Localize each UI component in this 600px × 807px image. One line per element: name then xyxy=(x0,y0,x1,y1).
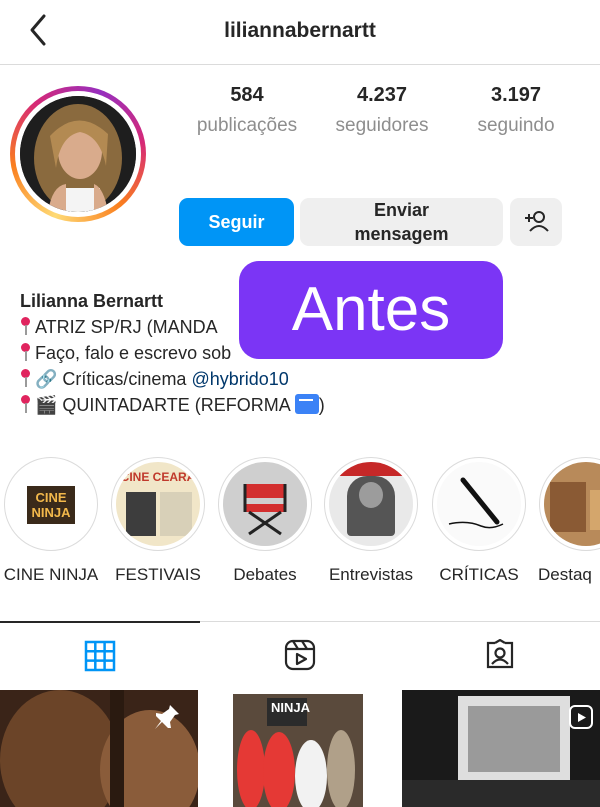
highlight-festivais[interactable]: CINE CEARÁ FESTIVAIS xyxy=(110,457,206,585)
highlight-label: Destaq xyxy=(538,565,592,584)
tab-reels[interactable] xyxy=(200,622,400,688)
highlight-label: Entrevistas xyxy=(328,565,414,584)
tab-tagged[interactable] xyxy=(400,622,600,688)
stat-following[interactable]: 3.197 seguindo xyxy=(458,84,574,137)
message-button-label: Enviar mensagem xyxy=(354,200,449,244)
highlight-cover xyxy=(329,462,413,546)
highlight-criticas[interactable]: CRÍTICAS xyxy=(431,457,527,585)
follow-button[interactable]: Seguir xyxy=(179,198,294,246)
stat-followers[interactable]: 4.237 seguidores xyxy=(322,84,442,137)
pin-icon xyxy=(155,705,179,729)
profile-header: liliannabernartt xyxy=(0,0,600,65)
stat-followers-label: seguidores xyxy=(335,115,429,136)
profile-username: liliannabernartt xyxy=(224,19,376,42)
pin-icon xyxy=(20,368,31,388)
avatar xyxy=(20,96,136,212)
highlight-destaques[interactable]: Destaq xyxy=(538,457,600,585)
stat-posts-value: 584 xyxy=(230,84,264,106)
add-person-icon xyxy=(525,211,549,232)
post-thumbnail-3[interactable] xyxy=(402,690,600,807)
highlight-cover xyxy=(223,462,307,546)
highlight-label: CRÍTICAS xyxy=(439,565,519,584)
highlight-cover xyxy=(437,462,521,546)
highlight-debates[interactable]: Debates xyxy=(217,457,313,585)
festival-poster-text: CINE CEARÁ xyxy=(120,470,196,484)
stat-following-label: seguindo xyxy=(477,115,555,136)
highlight-label: FESTIVAIS xyxy=(115,565,201,584)
reels-icon xyxy=(284,639,316,671)
highlight-cover: CINE CEARÁ xyxy=(116,462,200,546)
pen-icon xyxy=(448,477,504,529)
pin-icon xyxy=(20,342,31,362)
add-person-button[interactable] xyxy=(510,198,562,246)
stat-posts: 584 publicações xyxy=(186,84,308,137)
pin-icon xyxy=(20,316,31,336)
soon-arrow-icon xyxy=(294,394,319,414)
grid-icon xyxy=(84,640,116,672)
highlight-cover: CINE NINJA xyxy=(9,462,93,546)
cine-ninja-logo: CINE NINJA xyxy=(27,486,75,524)
stat-following-value: 3.197 xyxy=(490,84,542,106)
highlight-cover xyxy=(544,462,600,546)
highlight-label: CINE NINJA xyxy=(3,565,99,584)
stat-followers-value: 4.237 xyxy=(356,84,408,106)
message-button[interactable]: Enviar mensagem xyxy=(300,198,503,246)
post-sign-text: NINJA xyxy=(271,700,311,715)
director-chair-icon xyxy=(243,484,287,536)
highlight-entrevistas[interactable]: Entrevistas xyxy=(323,457,419,585)
avatar-photo xyxy=(20,96,136,212)
avatar-story-ring[interactable] xyxy=(10,86,146,222)
post-thumbnail-1[interactable] xyxy=(0,690,198,807)
antes-overlay-badge: Antes xyxy=(239,261,503,359)
stat-posts-label: publicações xyxy=(196,115,298,136)
highlight-cine-ninja[interactable]: CINE NINJA CINE NINJA xyxy=(3,457,99,585)
bio-line-4: 🎬 QUINTADARTE (REFORMA ) xyxy=(20,392,325,418)
tagged-icon xyxy=(486,639,514,669)
reel-icon xyxy=(569,705,593,729)
bio-line-3: 🔗 Críticas/cinema @hybrido10 xyxy=(20,366,325,392)
pin-icon xyxy=(20,394,31,414)
profile-tabs xyxy=(0,621,600,688)
tab-posts[interactable] xyxy=(0,621,200,689)
post-thumbnail-2[interactable]: NINJA xyxy=(201,690,399,807)
highlight-label: Debates xyxy=(233,565,297,584)
mention-link[interactable]: @hybrido10 xyxy=(191,369,288,389)
